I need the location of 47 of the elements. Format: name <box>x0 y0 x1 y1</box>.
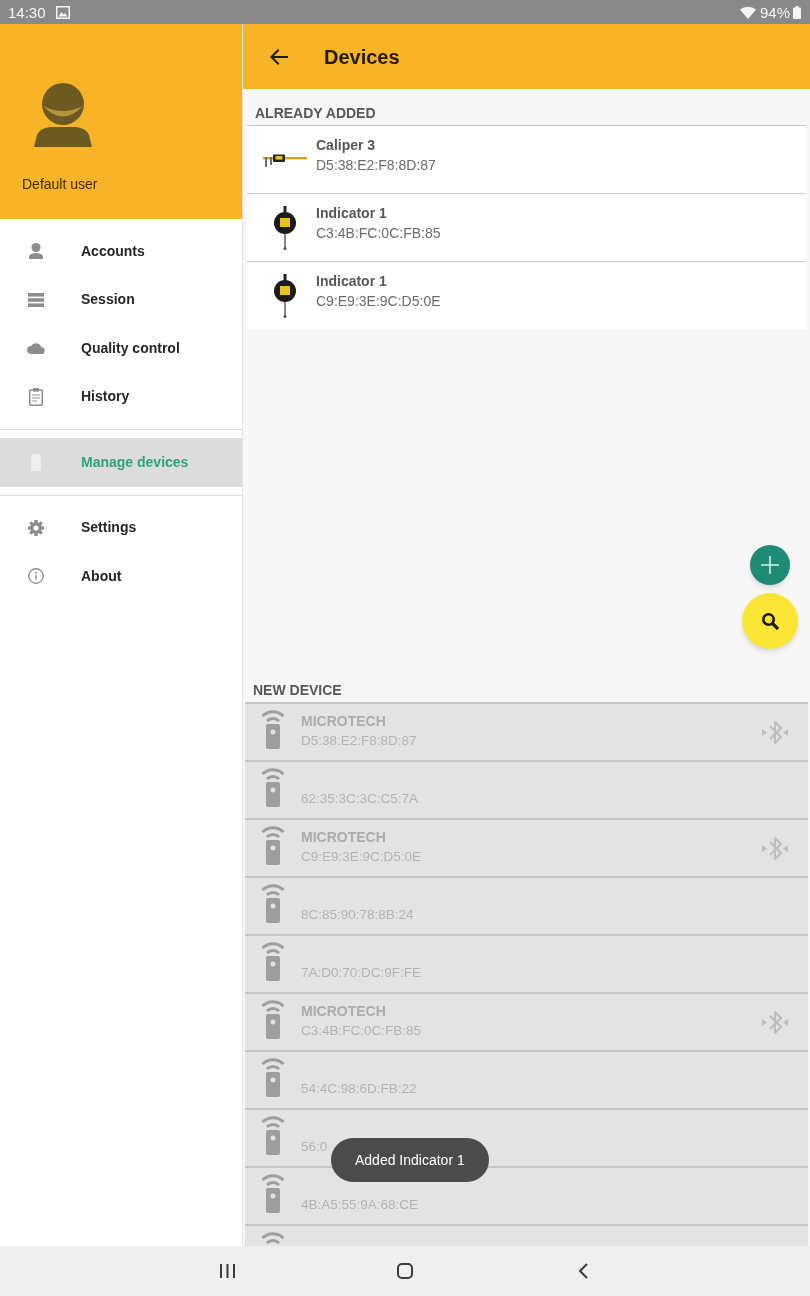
section-heading: ALREADY ADDED <box>255 105 376 121</box>
cloud-icon <box>27 342 45 354</box>
message-toast: Added Indicator 1 <box>331 1138 489 1182</box>
search-button[interactable] <box>742 593 798 649</box>
recents-icon <box>219 1264 235 1278</box>
section-heading: NEW DEVICE <box>253 682 342 698</box>
back-arrow-icon <box>270 48 288 65</box>
wireless-device-icon <box>260 1058 286 1097</box>
wireless-device-icon <box>260 1174 286 1213</box>
dial-indicator-icon <box>273 205 296 250</box>
home-icon <box>397 1263 413 1279</box>
device-address: D5:38:E2:F8:8D:87 <box>316 156 436 175</box>
person-icon <box>29 243 43 260</box>
device-row[interactable]: Caliper 3 D5:38:E2:F8:8D:87 <box>247 125 806 193</box>
signal-icon <box>260 1232 286 1244</box>
wireless-device-icon <box>260 1000 286 1039</box>
back-icon <box>578 1263 588 1279</box>
add-button[interactable] <box>750 545 790 585</box>
wireless-device-icon <box>260 1116 286 1155</box>
page-title: Devices <box>324 44 400 70</box>
device-row[interactable]: Indicator 1 C9:E9:3E:9C:D5:0E <box>247 261 806 329</box>
status-time: 14:30 <box>8 4 46 20</box>
wireless-device-icon <box>260 768 286 807</box>
image-icon <box>55 5 70 19</box>
user-name: Default user <box>22 176 98 192</box>
wireless-device-icon <box>260 826 286 865</box>
settings-icon <box>28 519 44 536</box>
drawer-item[interactable]: Manage devices <box>0 438 242 487</box>
search-icon <box>761 612 779 630</box>
device-row[interactable]: Indicator 1 C3:4B:FC:0C:FB:85 <box>247 193 806 261</box>
battery-icon <box>793 5 801 19</box>
wireless-device-icon <box>260 942 286 981</box>
device-name: Caliper 3 <box>316 136 377 155</box>
battery-percent: 94% <box>759 4 790 20</box>
storage-icon <box>28 292 44 307</box>
clipboard-icon <box>29 387 43 406</box>
device-name: Indicator 1 <box>316 272 388 291</box>
device-name: Indicator 1 <box>316 204 388 223</box>
plus-icon <box>761 556 779 574</box>
device-address: C3:4B:FC:0C:FB:85 <box>316 224 441 243</box>
info-icon <box>28 568 44 585</box>
wireless-device-icon <box>260 884 286 923</box>
device-address: C9:E9:3E:9C:D5:0E <box>316 292 441 311</box>
dial-indicator-icon <box>273 273 296 318</box>
wifi-icon <box>739 5 756 19</box>
wireless-device-icon <box>260 710 286 749</box>
avatar-icon <box>34 83 92 147</box>
